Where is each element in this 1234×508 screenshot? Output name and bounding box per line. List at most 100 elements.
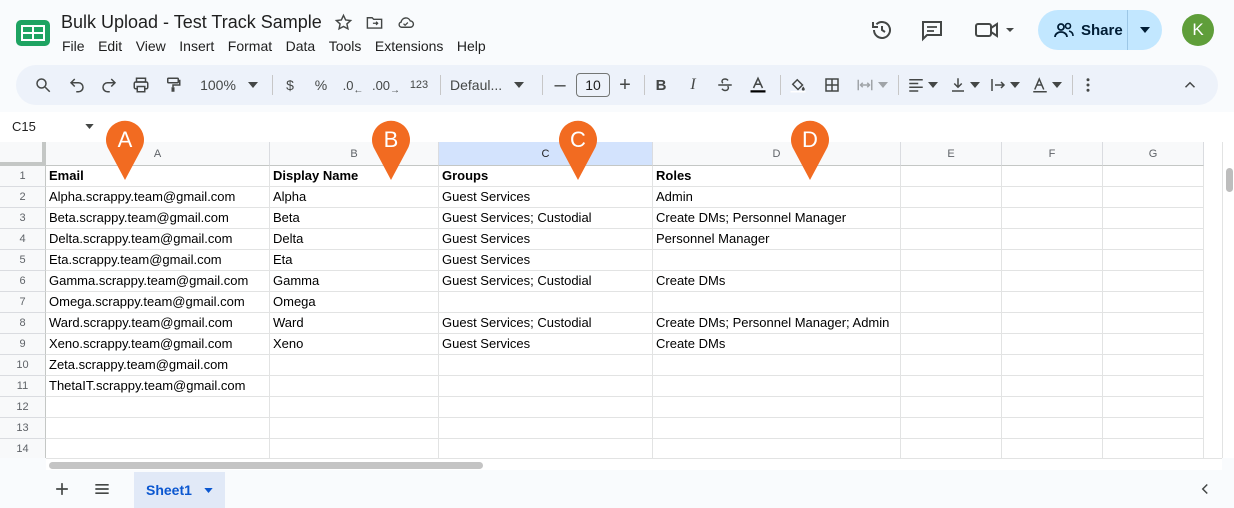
horizontal-scroll-thumb[interactable]	[49, 462, 483, 469]
table-cell[interactable]: Create DMs; Personnel Manager; Admin	[653, 313, 901, 334]
collapse-toolbar-icon[interactable]	[1180, 65, 1200, 105]
table-cell[interactable]	[46, 397, 270, 418]
increase-decimal-button[interactable]: .00 →	[370, 65, 402, 105]
table-cell[interactable]	[1103, 250, 1204, 271]
table-cell[interactable]	[901, 418, 1002, 439]
column-header-a[interactable]: A	[46, 142, 270, 166]
caret-down-icon[interactable]	[85, 124, 94, 129]
move-folder-icon[interactable]	[365, 13, 384, 32]
table-cell[interactable]: Create DMs	[653, 334, 901, 355]
table-cell[interactable]: Beta	[270, 208, 439, 229]
table-cell[interactable]	[439, 418, 653, 439]
column-header-e[interactable]: E	[901, 142, 1002, 166]
table-cell[interactable]: Eta	[270, 250, 439, 271]
version-history-icon[interactable]	[870, 10, 894, 50]
decrease-font-size-icon[interactable]: –	[550, 65, 570, 105]
table-cell[interactable]: Delta.scrappy.team@gmail.com	[46, 229, 270, 250]
header-cell[interactable]: Roles	[653, 166, 901, 187]
table-cell[interactable]: Zeta.scrappy.team@gmail.com	[46, 355, 270, 376]
table-cell[interactable]: Ward	[270, 313, 439, 334]
table-cell[interactable]	[1103, 229, 1204, 250]
table-cell[interactable]	[270, 418, 439, 439]
menu-format[interactable]: Format	[228, 38, 272, 54]
table-cell[interactable]: Gamma.scrappy.team@gmail.com	[46, 271, 270, 292]
spreadsheet-grid[interactable]: A B C D E F G 1 Email Display Name Groups Roles 2 Alp…	[0, 142, 1222, 458]
row-header[interactable]: 3	[0, 208, 46, 229]
table-cell[interactable]	[653, 355, 901, 376]
star-icon[interactable]	[334, 13, 353, 32]
table-cell[interactable]	[1002, 355, 1103, 376]
table-cell[interactable]	[653, 439, 901, 458]
table-cell[interactable]	[901, 292, 1002, 313]
table-cell[interactable]	[1103, 187, 1204, 208]
table-cell[interactable]	[901, 271, 1002, 292]
table-cell[interactable]	[1103, 271, 1204, 292]
font-family-select[interactable]: Defaul...	[450, 65, 534, 105]
menu-view[interactable]: View	[136, 38, 166, 54]
text-rotation-icon[interactable]	[1028, 65, 1064, 105]
table-cell[interactable]	[1002, 397, 1103, 418]
share-dropdown-button[interactable]	[1128, 10, 1162, 50]
row-header[interactable]: 2	[0, 187, 46, 208]
table-cell[interactable]	[439, 355, 653, 376]
row-header[interactable]: 14	[0, 439, 46, 458]
sheets-logo-icon[interactable]	[16, 20, 50, 46]
table-cell[interactable]: Omega.scrappy.team@gmail.com	[46, 292, 270, 313]
sheet-tab-sheet1[interactable]: Sheet1	[134, 472, 225, 508]
table-cell[interactable]: Guest Services; Custodial	[439, 271, 653, 292]
table-cell[interactable]	[1002, 418, 1103, 439]
table-cell[interactable]	[1002, 271, 1103, 292]
horizontal-scrollbar[interactable]	[46, 458, 1222, 470]
undo-icon[interactable]	[64, 65, 90, 105]
select-all-corner[interactable]	[0, 142, 46, 166]
comments-icon[interactable]	[920, 10, 944, 50]
table-cell[interactable]	[46, 418, 270, 439]
name-box[interactable]: C15	[12, 119, 36, 134]
share-button[interactable]: Share	[1038, 10, 1162, 50]
percent-format-button[interactable]: %	[310, 65, 332, 105]
row-header[interactable]: 7	[0, 292, 46, 313]
table-cell[interactable]	[1002, 208, 1103, 229]
table-cell[interactable]	[1103, 292, 1204, 313]
table-cell[interactable]: Delta	[270, 229, 439, 250]
fill-color-icon[interactable]	[786, 65, 810, 105]
column-header-f[interactable]: F	[1002, 142, 1103, 166]
table-cell[interactable]: Ward.scrappy.team@gmail.com	[46, 313, 270, 334]
table-cell[interactable]	[901, 229, 1002, 250]
table-cell[interactable]	[270, 355, 439, 376]
table-cell[interactable]	[1103, 334, 1204, 355]
header-cell[interactable]: Groups	[439, 166, 653, 187]
row-header[interactable]: 13	[0, 418, 46, 439]
italic-button[interactable]: I	[682, 65, 704, 105]
text-color-icon[interactable]	[746, 65, 770, 105]
table-cell[interactable]: Eta.scrappy.team@gmail.com	[46, 250, 270, 271]
row-header[interactable]: 5	[0, 250, 46, 271]
header-cell[interactable]	[901, 166, 1002, 187]
paint-format-icon[interactable]	[160, 65, 186, 105]
menu-tools[interactable]: Tools	[329, 38, 362, 54]
column-header-d[interactable]: D	[653, 142, 901, 166]
row-header[interactable]: 1	[0, 166, 46, 187]
table-cell[interactable]	[901, 313, 1002, 334]
zoom-select[interactable]: 100%	[194, 65, 264, 105]
table-cell[interactable]: Admin	[653, 187, 901, 208]
table-cell[interactable]	[1103, 313, 1204, 334]
table-cell[interactable]	[653, 418, 901, 439]
row-header[interactable]: 8	[0, 313, 46, 334]
table-cell[interactable]	[653, 397, 901, 418]
row-header[interactable]: 12	[0, 397, 46, 418]
table-cell[interactable]	[270, 397, 439, 418]
meet-call-icon[interactable]	[974, 10, 1018, 50]
horizontal-align-icon[interactable]	[904, 65, 940, 105]
borders-icon[interactable]	[820, 65, 844, 105]
table-cell[interactable]: ThetaIT.scrappy.team@gmail.com	[46, 376, 270, 397]
table-cell[interactable]	[1002, 313, 1103, 334]
table-cell[interactable]: Guest Services	[439, 229, 653, 250]
table-cell[interactable]	[901, 355, 1002, 376]
print-icon[interactable]	[128, 65, 154, 105]
column-header-c[interactable]: C	[439, 142, 653, 166]
search-menus-icon[interactable]	[30, 65, 56, 105]
table-cell[interactable]: Guest Services	[439, 250, 653, 271]
row-header[interactable]: 11	[0, 376, 46, 397]
increase-font-size-icon[interactable]: +	[614, 65, 636, 105]
